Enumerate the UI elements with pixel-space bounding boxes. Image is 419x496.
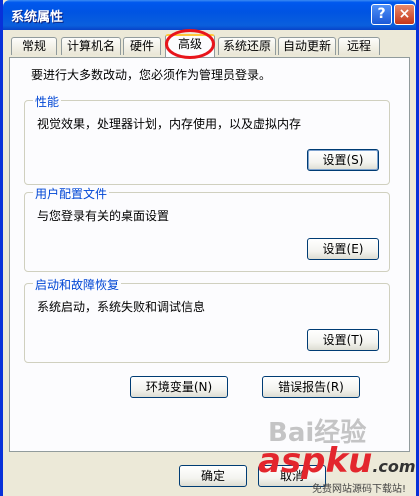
- aspku-logo-text: aspku: [258, 441, 373, 481]
- tab-system-restore[interactable]: 系统还原: [218, 37, 276, 55]
- help-icon[interactable]: ?: [371, 4, 392, 25]
- performance-group-title: 性能: [33, 93, 62, 110]
- performance-settings-button[interactable]: 设置(S): [307, 149, 379, 171]
- window-title: 系统属性: [11, 10, 64, 25]
- tab-automatic-updates[interactable]: 自动更新: [278, 37, 336, 55]
- close-icon[interactable]: ×: [394, 4, 415, 25]
- startup-recovery-group: 启动和故障恢复 系统启动，系统失败和调试信息 设置(T): [24, 276, 390, 363]
- startup-recovery-settings-button[interactable]: 设置(T): [307, 329, 379, 351]
- user-profiles-settings-button[interactable]: 设置(E): [307, 238, 379, 260]
- highlight-circle-annotation: [165, 29, 215, 59]
- startup-recovery-group-title: 启动和故障恢复: [33, 276, 122, 293]
- user-profiles-description: 与您登录有关的桌面设置: [37, 209, 170, 223]
- aspku-tagline: 免费网站源码下载站!: [312, 484, 407, 495]
- performance-group: 性能 视觉效果，处理器计划，内存使用，以及虚拟内存 设置(S): [24, 93, 390, 185]
- tab-hardware[interactable]: 硬件: [123, 37, 161, 55]
- user-profiles-group-title: 用户配置文件: [33, 185, 110, 202]
- ok-button[interactable]: 确定: [179, 465, 247, 487]
- admin-login-notice: 要进行大多数改动，您必须作为管理员登录。: [31, 68, 272, 82]
- performance-description: 视觉效果，处理器计划，内存使用，以及虚拟内存: [37, 117, 302, 131]
- error-reporting-button[interactable]: 错误报告(R): [262, 376, 360, 398]
- tab-computer-name[interactable]: 计算机名: [61, 37, 121, 55]
- tab-general[interactable]: 常规: [11, 37, 57, 55]
- aspku-logo-watermark: aspku.com: [258, 444, 416, 484]
- aspku-logo-suffix: .com: [372, 457, 416, 476]
- startup-recovery-description: 系统启动，系统失败和调试信息: [37, 300, 206, 314]
- environment-variables-button[interactable]: 环境变量(N): [130, 376, 228, 398]
- tab-remote[interactable]: 远程: [338, 37, 380, 55]
- advanced-tab-panel: 要进行大多数改动，您必须作为管理员登录。 性能 视觉效果，处理器计划，内存使用，…: [9, 57, 410, 452]
- user-profiles-group: 用户配置文件 与您登录有关的桌面设置 设置(E): [24, 185, 390, 272]
- title-bar[interactable]: 系统属性 ? ×: [3, 0, 416, 30]
